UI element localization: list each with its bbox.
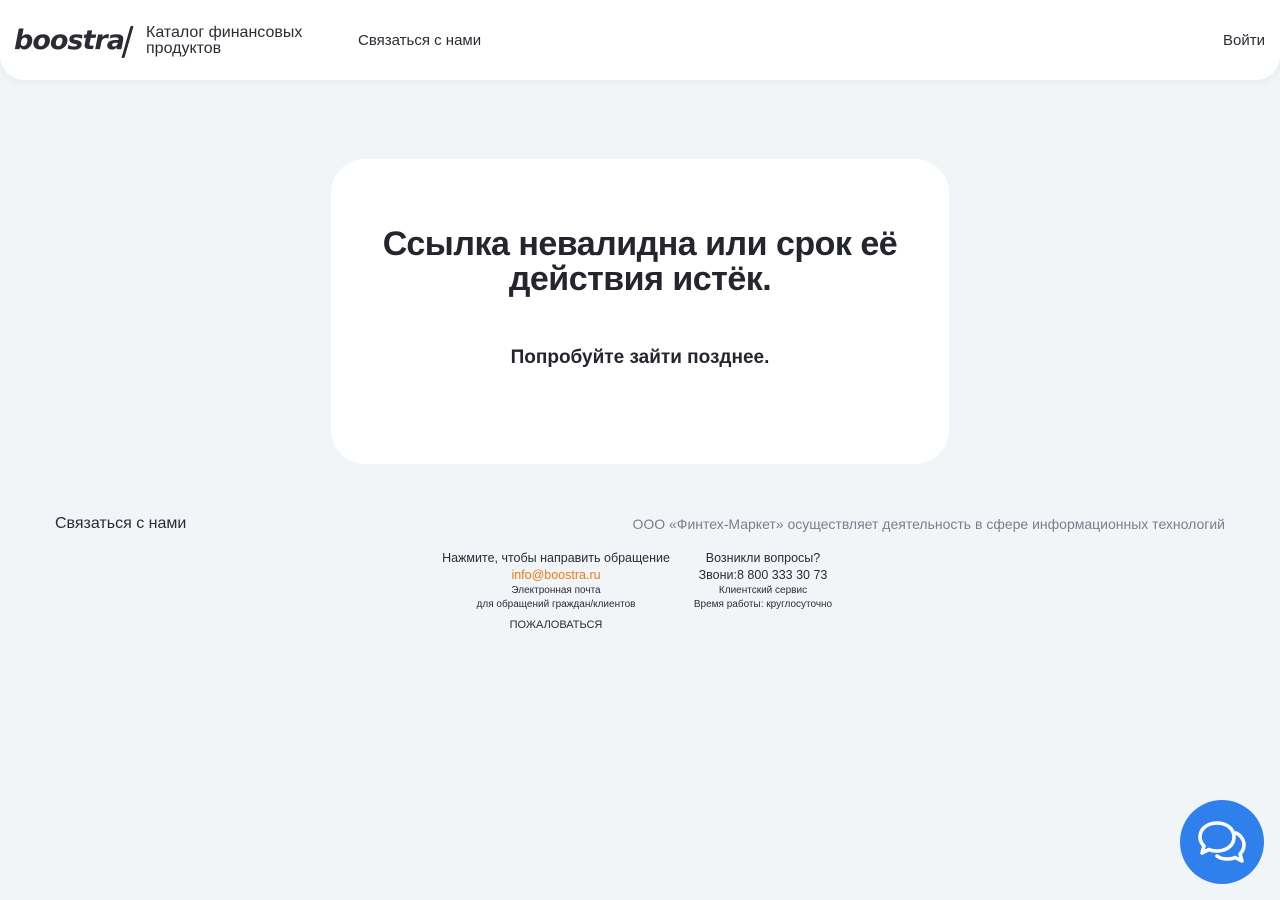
questions-label: Возникли вопросы? <box>705 551 821 565</box>
login-link[interactable]: Войти <box>1223 32 1265 49</box>
service-label: Клиентский сервис <box>718 585 808 596</box>
footer-contact-link[interactable]: Связаться с нами <box>55 515 186 533</box>
legal-text: ООО «Финтех-Маркет» осуществляет деятель… <box>632 516 1225 532</box>
hours-label: Время работы: круглосуточно <box>693 599 833 610</box>
email-caption-line1: Электронная почта <box>511 585 601 596</box>
nav-contact-link[interactable]: Связаться с нами <box>358 32 481 49</box>
email-link[interactable]: info@boostra.ru <box>431 567 681 584</box>
chat-bubbles-icon <box>1198 821 1246 863</box>
error-subtitle: Попробуйте зайти позднее. <box>510 347 770 368</box>
phone-block: Возникли вопросы? Звони:8 800 333 30 73 … <box>673 550 853 612</box>
catalog-title: Каталог финансовых продуктов <box>146 24 303 57</box>
complain-link[interactable]: ПОЖАЛОВАТЬСЯ <box>431 618 681 632</box>
email-block: Нажмите, чтобы направить обращение info@… <box>431 550 681 632</box>
email-hint: Нажмите, чтобы направить обращение <box>442 551 670 565</box>
site-header: boostra Каталог финансовых продуктов Свя… <box>0 0 1280 80</box>
logo[interactable]: boostra <box>14 22 125 58</box>
email-caption-line2: для обращений граждан/клиентов <box>476 599 636 610</box>
chat-button[interactable] <box>1180 800 1264 884</box>
logo-text: boostra <box>14 24 125 56</box>
error-title: Ссылка невалидна или срок её действия ис… <box>382 225 898 298</box>
error-card: Ссылка невалидна или срок её действия ис… <box>331 159 949 464</box>
phone-link[interactable]: Звони:8 800 333 30 73 <box>673 567 853 584</box>
